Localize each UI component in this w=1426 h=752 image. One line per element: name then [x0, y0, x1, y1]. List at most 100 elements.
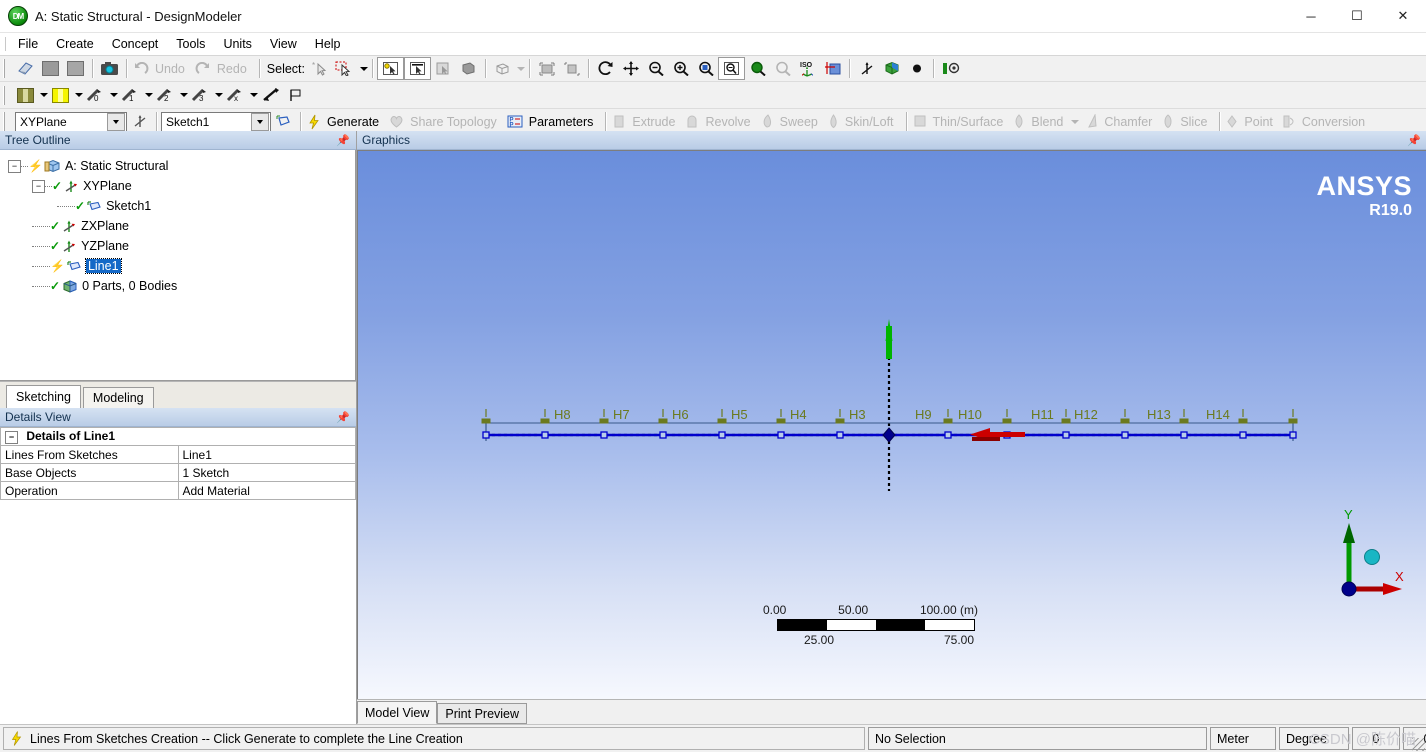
expander-icon[interactable]: −: [32, 179, 45, 193]
tab-model-view[interactable]: Model View: [357, 701, 438, 724]
expander-icon[interactable]: −: [8, 159, 21, 173]
redo-button[interactable]: Redo: [193, 58, 255, 79]
iso-view-icon[interactable]: ISO: [795, 58, 820, 79]
generate-button[interactable]: Generate: [305, 111, 387, 132]
graphics-viewport[interactable]: ANSYS R19.0 H8 H7 H6 H5 H4 H3 H9 H10 H11…: [357, 150, 1426, 699]
extrude-line-x-icon[interactable]: x: [223, 85, 248, 106]
extrude-line-0-icon[interactable]: 0: [83, 85, 108, 106]
group-expander-icon[interactable]: −: [5, 430, 18, 444]
chamfer-button[interactable]: Chamfer: [1084, 111, 1160, 132]
tree-outline[interactable]: − ⚡ A: Static Structural − ✓ XYPlane ✓ S…: [0, 150, 356, 381]
look-at-icon[interactable]: [938, 58, 963, 79]
new-sketch-button[interactable]: [271, 111, 296, 132]
thin-surface-button[interactable]: Thin/Surface: [911, 111, 1012, 132]
details-value[interactable]: Line1: [177, 445, 356, 464]
graphics-canvas[interactable]: ANSYS R19.0 H8 H7 H6 H5 H4 H3 H9 H10 H11…: [358, 151, 1426, 699]
tree-node-yzplane[interactable]: ✓ YZPlane: [0, 236, 355, 256]
table-row[interactable]: Operation Add Material: [0, 481, 356, 500]
toolbar-grip[interactable]: [3, 59, 10, 78]
select-body-icon[interactable]: [456, 58, 481, 79]
rotate-icon[interactable]: [593, 58, 618, 79]
camera-icon[interactable]: [97, 58, 122, 79]
details-group-row[interactable]: − Details of Line1: [0, 427, 356, 446]
zoom-icon[interactable]: [643, 58, 668, 79]
axes-icon[interactable]: [854, 58, 879, 79]
zoom-to-fit-icon[interactable]: [745, 58, 770, 79]
new-plane-icon[interactable]: [13, 85, 38, 106]
close-button[interactable]: ✕: [1380, 0, 1426, 32]
menu-help[interactable]: Help: [306, 35, 350, 53]
parameters-button[interactable]: PP Parameters: [505, 111, 602, 132]
tree-node-line1[interactable]: ⚡ Line1: [0, 256, 355, 276]
point-button[interactable]: Point: [1224, 111, 1281, 132]
menu-view[interactable]: View: [261, 35, 306, 53]
details-value[interactable]: 1 Sketch: [177, 463, 356, 482]
save-icon[interactable]: [38, 58, 63, 79]
select-extend-chevron-down-icon[interactable]: [517, 66, 525, 71]
new-plane-button[interactable]: [127, 111, 152, 132]
select-extend-icon[interactable]: [490, 58, 515, 79]
select-box-icon[interactable]: [333, 58, 358, 79]
tree-node-xyplane[interactable]: − ✓ XYPlane: [0, 176, 355, 196]
revolve-button[interactable]: Revolve: [683, 111, 758, 132]
extrude-line-x-chevron-down-icon[interactable]: [250, 93, 258, 97]
menu-create[interactable]: Create: [47, 35, 103, 53]
plane-select[interactable]: XYPlane: [15, 111, 127, 132]
new-sketch-chevron-down-icon[interactable]: [75, 93, 83, 97]
new-sketch-icon[interactable]: [48, 85, 73, 106]
blend-button[interactable]: Blend: [1011, 111, 1084, 132]
toolbar-grip[interactable]: [3, 85, 10, 105]
table-row[interactable]: Lines From Sketches Line1: [0, 445, 356, 464]
select-point-icon[interactable]: [377, 57, 404, 80]
blend-chevron-down-icon[interactable]: [1071, 119, 1080, 124]
toolbar-grip[interactable]: [3, 112, 10, 131]
display-plane-icon[interactable]: [534, 58, 559, 79]
sweep-button[interactable]: Sweep: [759, 111, 826, 132]
tree-node-project[interactable]: − ⚡ A: Static Structural: [0, 156, 355, 176]
tree-node-parts-bodies[interactable]: ✓ 0 Parts, 0 Bodies: [0, 276, 355, 296]
zoom-to-window-icon[interactable]: [718, 57, 745, 80]
extrude-button[interactable]: Extrude: [610, 111, 683, 132]
menu-file[interactable]: File: [9, 35, 47, 53]
extrude-line-0-chevron-down-icon[interactable]: [110, 93, 118, 97]
maximize-button[interactable]: ☐: [1334, 0, 1380, 32]
tab-print-preview[interactable]: Print Preview: [437, 703, 528, 724]
window-resize-grip[interactable]: [1412, 738, 1425, 751]
pin-icon[interactable]: 📌: [336, 411, 350, 424]
extrude-line-3-chevron-down-icon[interactable]: [215, 93, 223, 97]
minimize-button[interactable]: ─: [1288, 0, 1334, 32]
details-value[interactable]: Add Material: [177, 481, 356, 500]
select-face-icon[interactable]: [431, 58, 456, 79]
sketch-select[interactable]: Sketch1: [161, 111, 271, 132]
point-icon[interactable]: [904, 58, 929, 79]
sketch-select-chevron-down-icon[interactable]: [251, 112, 269, 131]
new-plane-chevron-down-icon[interactable]: [40, 93, 48, 97]
table-row[interactable]: Base Objects 1 Sketch: [0, 463, 356, 482]
body-icon[interactable]: [879, 58, 904, 79]
display-body-icon[interactable]: [559, 58, 584, 79]
section-plane-icon[interactable]: [820, 58, 845, 79]
menu-tools[interactable]: Tools: [167, 35, 214, 53]
sketch-flag-icon[interactable]: [283, 85, 308, 106]
extrude-line-2-chevron-down-icon[interactable]: [180, 93, 188, 97]
extrude-line-1-chevron-down-icon[interactable]: [145, 93, 153, 97]
extrude-line-3-icon[interactable]: 3: [188, 85, 213, 106]
undo-button[interactable]: Undo: [131, 58, 193, 79]
tab-modeling[interactable]: Modeling: [82, 387, 154, 408]
save-as-icon[interactable]: [63, 58, 88, 79]
zoom-in-icon[interactable]: [668, 58, 693, 79]
new-file-icon[interactable]: [13, 58, 38, 79]
tree-node-zxplane[interactable]: ✓ ZXPlane: [0, 216, 355, 236]
share-topology-button[interactable]: Share Topology: [387, 111, 505, 132]
menu-concept[interactable]: Concept: [103, 35, 168, 53]
previous-view-icon[interactable]: [770, 58, 795, 79]
box-zoom-icon[interactable]: [693, 58, 718, 79]
pin-icon[interactable]: 📌: [336, 134, 350, 147]
pan-icon[interactable]: [618, 58, 643, 79]
menu-units[interactable]: Units: [214, 35, 260, 53]
conversion-button[interactable]: Conversion: [1281, 111, 1373, 132]
sketch-projection-icon[interactable]: [258, 85, 283, 106]
skin-loft-button[interactable]: Skin/Loft: [826, 111, 902, 132]
pin-icon[interactable]: 📌: [1407, 134, 1421, 147]
plane-select-chevron-down-icon[interactable]: [107, 112, 125, 131]
